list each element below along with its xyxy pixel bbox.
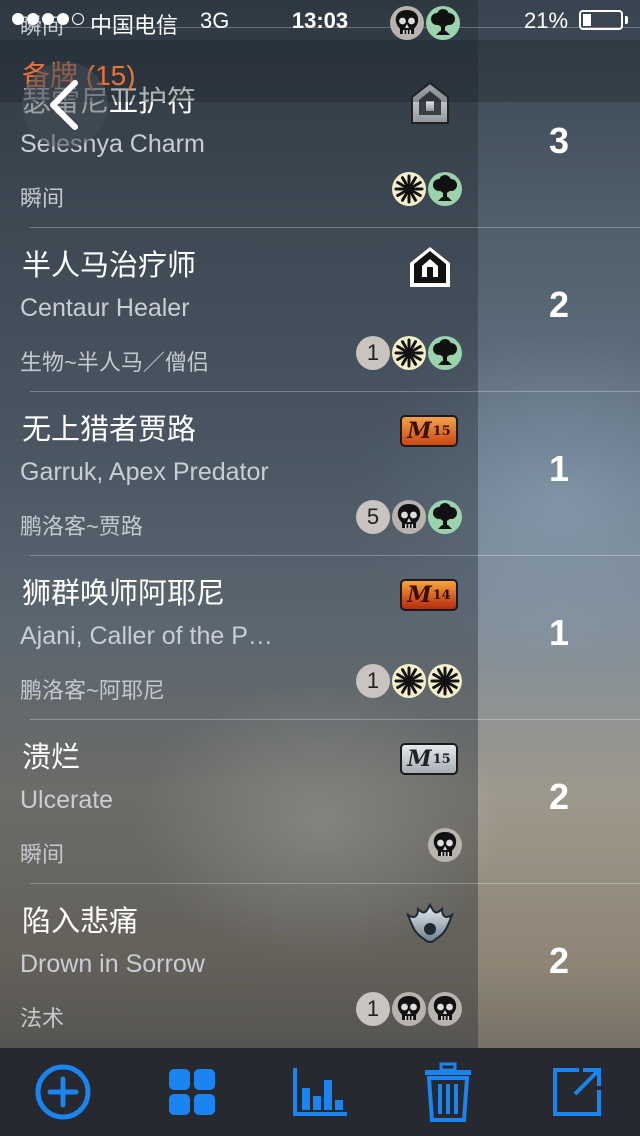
card-count[interactable]: 3 (478, 120, 640, 162)
network-type: 3G (200, 8, 230, 33)
card-name-en: Drown in Sorrow (20, 950, 205, 978)
card-name-en: Ulcerate (20, 786, 114, 814)
white-mana-icon (392, 336, 426, 370)
black-mana-icon (392, 992, 426, 1026)
mana-cost: 1 (356, 992, 462, 1026)
card-name-en: Centaur Healer (20, 294, 190, 322)
black-mana-icon (390, 6, 424, 40)
add-button[interactable] (33, 1062, 93, 1122)
deck-color-indicator (390, 6, 460, 40)
clock: 13:03 (291, 8, 349, 33)
mana-cost: 1 (356, 664, 462, 698)
card-name-cn: 无上猎者贾路 (22, 414, 197, 446)
black-mana-icon (428, 828, 462, 862)
card-type: 生物~半人马／僧侣 (20, 350, 209, 375)
white-mana-icon (428, 664, 462, 698)
mana-cost: 1 (356, 336, 462, 370)
list-item[interactable]: 陷入悲痛 Drown in Sorrow 法术 1 2 (0, 884, 640, 1048)
battery-percent: 21% (524, 8, 569, 33)
list-item[interactable]: 无上猎者贾路 Garruk, Apex Predator 鹏洛客~贾路 M 15 … (0, 392, 640, 556)
card-name-cn: 狮群唤师阿耶尼 (22, 578, 226, 610)
card-type: 瞬间 (20, 842, 65, 867)
green-mana-icon (428, 500, 462, 534)
white-mana-icon (392, 172, 426, 206)
battery-icon (579, 10, 623, 30)
card-type: 瞬间 (20, 186, 65, 211)
generic-mana-icon: 5 (356, 500, 390, 534)
bottom-toolbar (0, 1048, 640, 1136)
white-mana-icon (392, 664, 426, 698)
black-mana-icon (428, 992, 462, 1026)
card-name-en: Ajani, Caller of the P… (20, 622, 273, 650)
card-type: 鹏洛客~贾路 (20, 514, 143, 539)
card-type: 法术 (20, 1006, 65, 1031)
generic-mana-icon: 1 (356, 336, 390, 370)
card-count[interactable]: 1 (478, 448, 640, 490)
set-symbol-icon: M 15 (400, 409, 458, 453)
green-mana-icon (428, 336, 462, 370)
green-mana-icon (428, 172, 462, 206)
mana-cost: 5 (356, 500, 462, 534)
mana-cost (428, 828, 462, 862)
set-symbol-icon: M 14 (400, 573, 458, 617)
card-name-cn: 陷入悲痛 (22, 906, 139, 938)
card-type: 鹏洛客~阿耶尼 (20, 678, 165, 703)
mana-cost (392, 172, 462, 206)
card-name-cn: 半人马治疗师 (22, 250, 197, 282)
export-icon (553, 1068, 601, 1116)
chart-icon (293, 1068, 347, 1116)
set-symbol-icon (406, 901, 454, 945)
add-icon (35, 1064, 91, 1120)
trash-icon (425, 1062, 471, 1122)
card-count[interactable]: 2 (478, 776, 640, 818)
statistics-button[interactable] (290, 1062, 350, 1122)
black-mana-icon (392, 500, 426, 534)
card-name-en: Garruk, Apex Predator (20, 458, 269, 486)
generic-mana-icon: 1 (356, 664, 390, 698)
set-symbol-icon (408, 245, 452, 289)
generic-mana-icon: 1 (356, 992, 390, 1026)
set-symbol-icon: M 15 (400, 737, 458, 781)
carrier-name: 中国电信 (90, 13, 179, 38)
list-item[interactable]: 溃烂 Ulcerate 瞬间 M 15 2 (0, 720, 640, 884)
delete-button[interactable] (418, 1062, 478, 1122)
back-button[interactable] (22, 62, 108, 148)
card-count[interactable]: 2 (478, 940, 640, 982)
list-item[interactable]: 半人马治疗师 Centaur Healer 生物~半人马／僧侣 1 2 (0, 228, 640, 392)
card-count[interactable]: 1 (478, 612, 640, 654)
status-bar: 中国电信 3G 13:03 21% (0, 0, 640, 40)
grid-view-icon (169, 1069, 215, 1115)
card-name-cn: 溃烂 (22, 742, 81, 774)
chevron-left-icon (50, 80, 78, 130)
grid-view-button[interactable] (162, 1062, 222, 1122)
list-item[interactable]: 狮群唤师阿耶尼 Ajani, Caller of the P… 鹏洛客~阿耶尼 … (0, 556, 640, 720)
card-count[interactable]: 2 (478, 284, 640, 326)
green-mana-icon (426, 6, 460, 40)
export-button[interactable] (547, 1062, 607, 1122)
signal-strength-icon (12, 13, 84, 25)
